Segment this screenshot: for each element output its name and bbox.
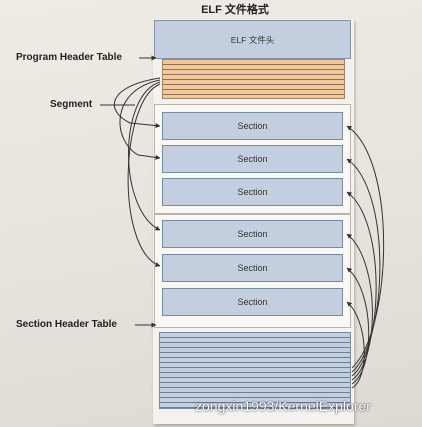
arrows-layer [100,55,385,389]
sh-to-section-6-arrow [346,301,365,389]
sh-to-section-1-arrow [346,125,385,369]
sh-to-section-5-arrow [346,267,370,385]
watermark-text: zongxin1993/KernelExplorer [195,398,371,414]
sh-to-section-3-arrow [346,191,377,377]
ph-to-section-5-arrow [127,83,161,267]
ph-to-section-2-arrow [119,79,161,160]
